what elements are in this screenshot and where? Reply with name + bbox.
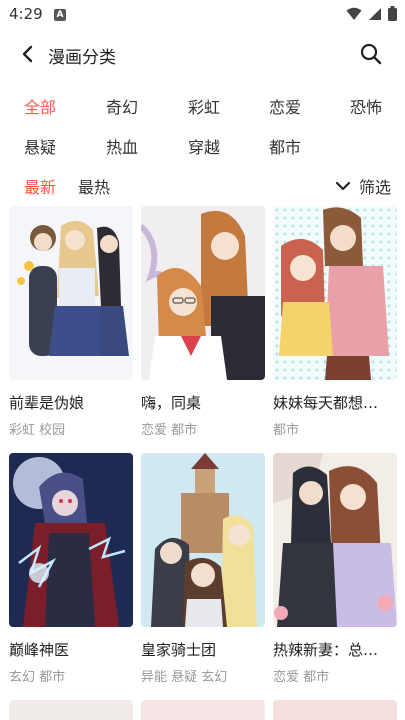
- category-all[interactable]: 全部: [24, 94, 56, 118]
- comic-tags: 彩虹 校园: [9, 423, 66, 438]
- category-time-travel[interactable]: 穿越: [188, 134, 220, 158]
- comic-cover[interactable]: [9, 206, 133, 380]
- comic-cover-partial[interactable]: [141, 700, 265, 720]
- chevron-down-icon: [335, 181, 351, 191]
- comic-tags: 都市: [273, 423, 300, 438]
- comic-cover[interactable]: [273, 453, 397, 627]
- comic-card[interactable]: 热辣新妻：总… 恋爱 都市: [273, 453, 397, 685]
- signal-icon: [369, 7, 381, 20]
- category-mystery[interactable]: 悬疑: [24, 134, 56, 158]
- status-icons: [346, 6, 397, 21]
- page-title: 漫画分类: [48, 48, 116, 68]
- comic-title[interactable]: 前辈是伪娘: [9, 392, 133, 413]
- back-button[interactable]: [14, 40, 42, 68]
- comic-tags: 恋爱 都市: [273, 670, 330, 685]
- comic-tags: 玄幻 都市: [9, 670, 66, 685]
- notification-icon: A: [54, 9, 66, 21]
- category-fantasy[interactable]: 奇幻: [106, 94, 138, 118]
- filter-label: 筛选: [358, 178, 391, 197]
- comic-cover-partial[interactable]: [9, 700, 133, 720]
- comic-title[interactable]: 嗨，同桌: [141, 392, 265, 413]
- comic-card[interactable]: 巅峰神医 玄幻 都市: [9, 453, 133, 685]
- comic-card[interactable]: 妹妹每天都想… 都市: [273, 206, 397, 438]
- search-icon: [360, 43, 382, 65]
- comic-cover[interactable]: [9, 453, 133, 627]
- comic-cover[interactable]: [273, 206, 397, 380]
- status-time: 4:29: [9, 5, 43, 23]
- comic-tags: 异能 悬疑 玄幻: [141, 670, 228, 685]
- category-rainbow[interactable]: 彩虹: [188, 94, 220, 118]
- comic-card[interactable]: 皇家骑士团 异能 悬疑 玄幻: [141, 453, 265, 685]
- sort-hottest-tab[interactable]: 最热: [78, 174, 110, 198]
- filter-button[interactable]: 筛选: [335, 174, 391, 198]
- comic-tags: 恋爱 都市: [141, 423, 198, 438]
- category-urban[interactable]: 都市: [269, 134, 301, 158]
- comic-cover-partial[interactable]: [273, 700, 397, 720]
- chevron-left-icon: [22, 45, 33, 63]
- wifi-icon: [346, 7, 362, 20]
- comic-title[interactable]: 妹妹每天都想…: [273, 392, 397, 413]
- category-horror[interactable]: 恐怖: [350, 94, 382, 118]
- search-button[interactable]: [357, 40, 385, 68]
- comic-card[interactable]: 嗨，同桌 恋爱 都市: [141, 206, 265, 438]
- comic-title[interactable]: 热辣新妻：总…: [273, 639, 397, 660]
- comic-cover[interactable]: [141, 206, 265, 380]
- battery-icon: [388, 6, 397, 21]
- app-header: 漫画分类: [0, 32, 405, 76]
- comic-title[interactable]: 皇家骑士团: [141, 639, 265, 660]
- comic-title[interactable]: 巅峰神医: [9, 639, 133, 660]
- comic-card[interactable]: 前辈是伪娘 彩虹 校园: [9, 206, 133, 438]
- status-bar: 4:29 A: [0, 0, 405, 30]
- category-action[interactable]: 热血: [106, 134, 138, 158]
- sort-latest-tab[interactable]: 最新: [24, 174, 56, 198]
- category-romance[interactable]: 恋爱: [269, 94, 301, 118]
- comic-cover[interactable]: [141, 453, 265, 627]
